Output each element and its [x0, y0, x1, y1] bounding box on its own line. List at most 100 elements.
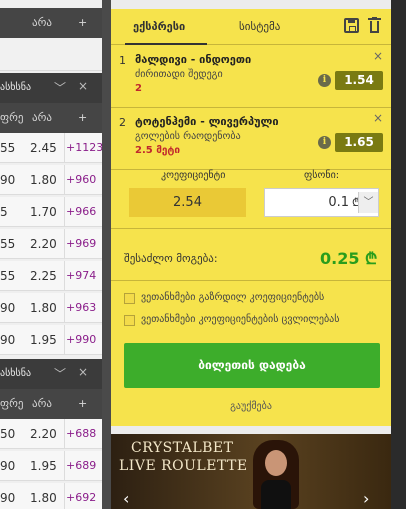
odd-cell[interactable]: 2.25 — [30, 269, 57, 283]
tab-express[interactable]: ექსპრესი — [133, 20, 185, 33]
possible-win-value: 0.25 ₾ — [320, 249, 378, 268]
odd-cell[interactable]: 55 — [0, 269, 15, 283]
column-label: ფრე — [0, 397, 24, 410]
more-markets-link[interactable]: +974 — [66, 269, 96, 282]
info-icon[interactable]: i — [318, 74, 331, 87]
remove-bet-icon[interactable]: × — [373, 111, 383, 125]
table-row: 90 1.80 +960 — [0, 165, 102, 195]
promo-banner[interactable]: CRYSTALBET LIVE ROULETTE ‹ › — [111, 434, 391, 509]
close-icon[interactable]: × — [78, 365, 88, 379]
info-icon[interactable]: i — [318, 136, 331, 149]
more-markets-link[interactable]: +1123 — [66, 141, 102, 154]
coefficient-value: 2.54 — [129, 188, 246, 217]
odd-cell[interactable]: 90 — [0, 173, 15, 187]
table-row: 55 2.45 +1123 — [0, 133, 102, 163]
column-add[interactable]: + — [78, 111, 87, 124]
column-label: არა — [32, 16, 52, 29]
close-icon[interactable]: × — [78, 79, 88, 93]
more-markets-link[interactable]: +960 — [66, 173, 96, 186]
chevron-right-icon[interactable]: › — [363, 489, 369, 508]
more-markets-link[interactable]: +969 — [66, 237, 96, 250]
accept-higher-odds-label: ვეთანხმები გაზრდილ კოეფიციენტებს — [141, 292, 325, 303]
bet-item: 1 მალდივი - ინდოეთი ძირითადი შედეგი 2 × … — [111, 46, 391, 108]
bet-slip: ექსპრესი სისტემა 1 მალდივი - ინდოეთი ძირ… — [111, 9, 391, 426]
more-markets-link[interactable]: +963 — [66, 301, 96, 314]
odds-table: არა + ასხსნა ﹀ × ფრე არა + 55 2.45 +1123 9… — [0, 0, 102, 509]
table-header-top: არა + — [0, 8, 102, 38]
banner-image — [251, 440, 301, 509]
odd-cell[interactable]: 1.80 — [30, 301, 57, 315]
more-markets-link[interactable]: +692 — [66, 491, 96, 504]
table-row: 90 1.80 +963 — [0, 293, 102, 323]
chevron-down-icon[interactable]: ﹀ — [54, 79, 66, 96]
column-label: არა — [32, 397, 52, 410]
accept-odds-change-label: ვეთანხმები კოეფიციენტების ცვლილებას — [141, 314, 340, 325]
stake-field[interactable]: ₾ ﹀ — [264, 188, 379, 217]
bet-odd: 1.65 — [335, 133, 383, 152]
table-row: 90 1.95 +689 — [0, 451, 102, 481]
bet-market: გოლების რაოდენობა — [135, 131, 241, 142]
odd-cell[interactable]: 1.95 — [30, 459, 57, 473]
odd-cell[interactable]: 1.70 — [30, 205, 57, 219]
panel-divider — [102, 0, 111, 509]
stake-label: ფსონი: — [304, 170, 340, 181]
odd-cell[interactable]: 50 — [0, 427, 15, 441]
bet-match: ტოტენჰემი - ლივერპული — [135, 115, 279, 128]
table-header-mid: ფრე არა + — [0, 103, 102, 133]
save-icon[interactable] — [344, 18, 359, 33]
table-row: 50 2.20 +688 — [0, 419, 102, 449]
more-markets-link[interactable]: +966 — [66, 205, 96, 218]
odd-cell[interactable]: 55 — [0, 237, 15, 251]
banner-subtitle: LIVE ROULETTE — [119, 458, 248, 474]
more-markets-link[interactable]: +688 — [66, 427, 96, 440]
bet-number: 1 — [119, 54, 126, 67]
accept-higher-odds-checkbox[interactable] — [124, 293, 135, 304]
section-header: ასხსნა ﹀ × — [0, 359, 102, 389]
column-add[interactable]: + — [78, 16, 87, 29]
accept-odds-change-checkbox[interactable] — [124, 315, 135, 326]
odd-cell[interactable]: 90 — [0, 301, 15, 315]
odd-cell[interactable]: 2.20 — [30, 237, 57, 251]
table-row: 90 1.80 +692 — [0, 483, 102, 509]
column-label: ფრე — [0, 111, 24, 124]
section-title: ასხსნა — [0, 368, 32, 379]
page-edge — [391, 0, 406, 509]
bet-pick: 2 — [135, 83, 142, 94]
more-markets-link[interactable]: +990 — [66, 333, 96, 346]
section-header: ასხსნა ﹀ × — [0, 73, 102, 103]
table-row: 55 2.25 +974 — [0, 261, 102, 291]
cancel-link[interactable]: გაუქმება — [111, 401, 391, 412]
section-title: ასხსნა — [0, 82, 32, 93]
bet-odd: 1.54 — [335, 71, 383, 90]
coefficient-label: კოეფიციენტი — [161, 170, 226, 181]
table-row — [0, 38, 102, 71]
odd-cell[interactable]: 5 — [0, 205, 8, 219]
bet-market: ძირითადი შედეგი — [135, 69, 223, 80]
column-label: არა — [32, 111, 52, 124]
odd-cell[interactable]: 90 — [0, 333, 15, 347]
odd-cell[interactable]: 2.45 — [30, 141, 57, 155]
tab-system[interactable]: სისტემა — [239, 20, 280, 33]
chevron-down-icon[interactable]: ﹀ — [54, 365, 66, 382]
chevron-down-icon[interactable]: ﹀ — [358, 192, 378, 213]
odd-cell[interactable]: 1.80 — [30, 491, 57, 505]
trash-icon[interactable] — [368, 17, 381, 34]
bet-number: 2 — [119, 116, 126, 129]
possible-win-label: შესაძლო მოგება: — [124, 252, 218, 265]
odd-cell[interactable]: 90 — [0, 491, 15, 505]
bet-pick: 2.5 მეტი — [135, 145, 181, 156]
chevron-left-icon[interactable]: ‹ — [123, 489, 129, 508]
active-tab-indicator — [125, 43, 207, 45]
odd-cell[interactable]: 2.20 — [30, 427, 57, 441]
odd-cell[interactable]: 55 — [0, 141, 15, 155]
stake-input[interactable] — [267, 189, 349, 216]
table-header-bottom: ფრე არა + — [0, 389, 102, 419]
remove-bet-icon[interactable]: × — [373, 49, 383, 63]
column-add[interactable]: + — [78, 397, 87, 410]
table-row: 5 1.70 +966 — [0, 197, 102, 227]
odd-cell[interactable]: 1.80 — [30, 173, 57, 187]
more-markets-link[interactable]: +689 — [66, 459, 96, 472]
odd-cell[interactable]: 90 — [0, 459, 15, 473]
odd-cell[interactable]: 1.95 — [30, 333, 57, 347]
place-bet-button[interactable]: ბილეთის დადება — [124, 343, 380, 388]
